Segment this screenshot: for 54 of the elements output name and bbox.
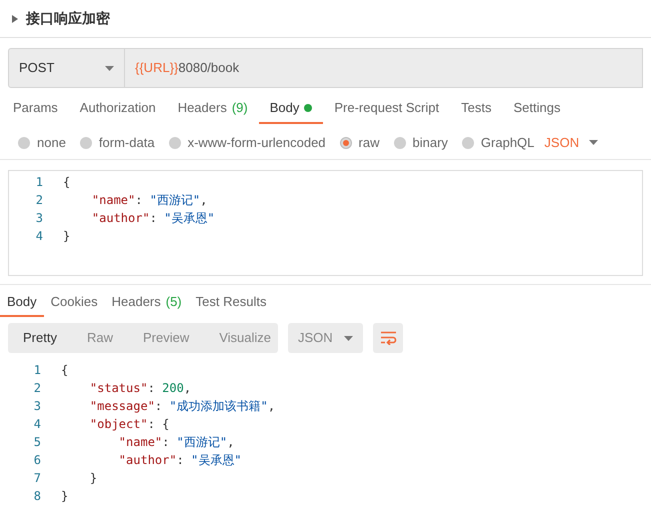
- body-type-radio[interactable]: GraphQL: [462, 132, 534, 152]
- line-number: 4: [34, 228, 43, 245]
- code-line: "author": "吴承恩": [118, 452, 242, 469]
- code-line: {: [63, 174, 70, 191]
- line-number: 2: [34, 192, 43, 209]
- view-mode-button[interactable]: Preview: [128, 323, 204, 353]
- expand-caret-icon[interactable]: [12, 14, 18, 22]
- caret-icon: [589, 140, 598, 145]
- line-number: 7: [32, 470, 41, 487]
- response-tab[interactable]: Body: [0, 289, 44, 317]
- request-title: 接口响应加密: [26, 9, 110, 28]
- caret-icon: [344, 336, 353, 340]
- code-line: }: [61, 488, 68, 505]
- line-number: 2: [32, 380, 41, 397]
- line-number: 3: [32, 398, 41, 415]
- line-number: 8: [32, 488, 41, 505]
- request-tab[interactable]: Body: [258, 93, 324, 124]
- format-dropdown[interactable]: JSON: [544, 132, 598, 152]
- view-mode-button[interactable]: Pretty: [8, 323, 72, 353]
- wrap-lines-icon: [380, 331, 396, 345]
- request-tab[interactable]: Tests: [450, 93, 502, 124]
- view-mode-button[interactable]: Visualize: [204, 323, 286, 353]
- body-type-radio[interactable]: raw: [340, 132, 380, 152]
- line-number: 1: [34, 174, 43, 191]
- code-line: "name": "西游记",: [118, 434, 234, 451]
- request-body-editor[interactable]: 1 { 2 "name": "西游记", 3 "author": "吴承恩" 4 }: [8, 170, 643, 276]
- request-tab[interactable]: Settings: [502, 93, 572, 124]
- wrap-lines-button[interactable]: [373, 323, 403, 353]
- request-tab[interactable]: Headers (9): [166, 93, 259, 124]
- code-line: "message": "成功添加该书籍",: [88, 398, 276, 415]
- line-number: 5: [32, 434, 41, 451]
- code-line: }: [88, 470, 98, 487]
- format-dropdown[interactable]: JSON: [288, 323, 363, 353]
- request-tab[interactable]: Pre-request Script: [323, 93, 450, 124]
- request-tab[interactable]: Authorization: [68, 93, 167, 124]
- body-type-radio[interactable]: x-www-form-urlencoded: [168, 132, 326, 152]
- code-line: "name": "西游记",: [90, 192, 208, 209]
- response-tab[interactable]: Cookies: [44, 289, 105, 317]
- body-type-radio[interactable]: binary: [394, 132, 448, 152]
- body-type-radio[interactable]: none: [18, 132, 66, 152]
- line-number: 3: [34, 210, 43, 227]
- response-tab[interactable]: Test Results: [188, 289, 274, 317]
- code-line: {: [61, 362, 68, 379]
- line-number: 4: [32, 416, 41, 433]
- line-number: 6: [32, 452, 41, 469]
- response-tab[interactable]: Headers (5): [104, 289, 189, 317]
- line-number: 1: [32, 362, 41, 379]
- request-tab[interactable]: Params: [2, 93, 69, 124]
- body-type-radio[interactable]: form-data: [80, 132, 155, 152]
- code-line: }: [63, 228, 70, 245]
- code-line: "author": "吴承恩": [90, 210, 215, 227]
- code-line: "object": {: [88, 416, 170, 433]
- view-mode-button[interactable]: Raw: [72, 323, 128, 353]
- code-line: "status": 200,: [88, 380, 192, 397]
